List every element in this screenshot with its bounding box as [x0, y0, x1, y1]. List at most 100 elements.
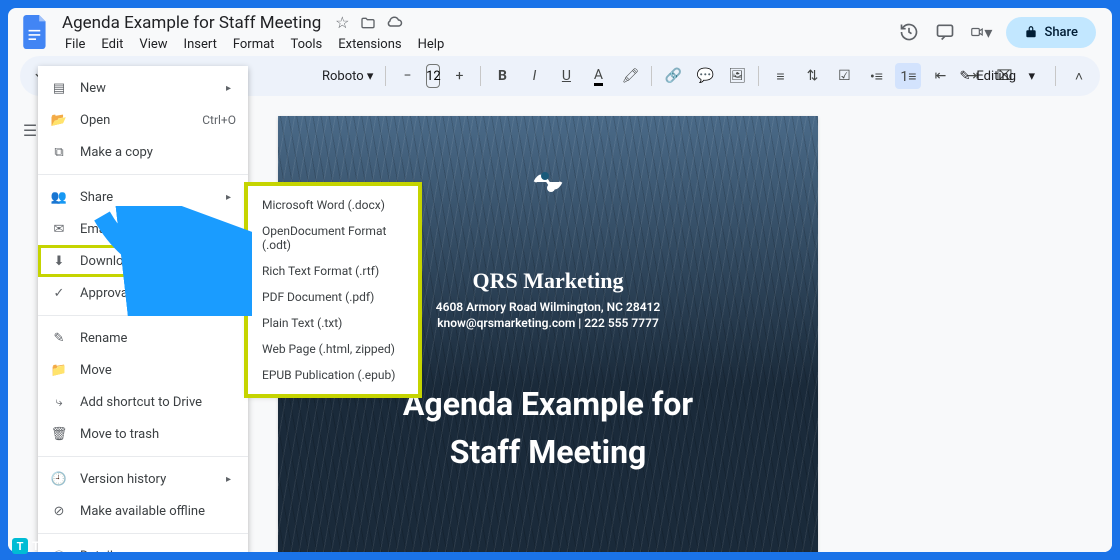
line-spacing-icon[interactable]: ⇅	[799, 63, 825, 89]
chevron-up-icon[interactable]: ˄	[1066, 63, 1092, 89]
menu-file[interactable]: File	[58, 35, 92, 54]
move-folder-icon[interactable]	[359, 14, 377, 32]
menubar: File Edit View Insert Format Tools Exten…	[58, 35, 892, 54]
move-icon: 📁	[50, 361, 68, 379]
increase-font-icon[interactable]: +	[446, 63, 472, 89]
download-pdf[interactable]: PDF Document (.pdf)	[248, 284, 418, 310]
download-epub[interactable]: EPUB Publication (.epub)	[248, 362, 418, 388]
menu-item-email[interactable]: ✉Email▸	[38, 213, 248, 245]
download-odt[interactable]: OpenDocument Format (.odt)	[248, 218, 418, 258]
history-icon: 🕘	[50, 470, 68, 488]
menu-item-addshortcut[interactable]: ⤷Add shortcut to Drive	[38, 386, 248, 418]
menu-item-open[interactable]: 📂OpenCtrl+O	[38, 104, 248, 136]
underline-icon[interactable]: U	[553, 63, 579, 89]
hero-title-line1: Agenda Example for	[403, 380, 693, 428]
menu-item-trash[interactable]: 🗑Move to trash	[38, 418, 248, 450]
approvals-icon: ✓	[50, 284, 68, 302]
hero-title-line2: Staff Meeting	[450, 428, 647, 476]
menu-item-share[interactable]: 👥Share▸	[38, 181, 248, 213]
checklist-icon[interactable]: ☑	[831, 63, 857, 89]
menu-insert[interactable]: Insert	[177, 35, 224, 54]
menu-item-download[interactable]: ⬇Download▸	[38, 245, 248, 277]
chevron-right-icon: ▸	[226, 256, 236, 267]
company-name: QRS Marketing	[473, 268, 624, 294]
right-actions: ▾ Share	[898, 17, 1096, 48]
download-html[interactable]: Web Page (.html, zipped)	[248, 336, 418, 362]
shortcut-icon: ⤷	[50, 393, 68, 411]
menu-help[interactable]: Help	[411, 35, 452, 54]
copy-icon: ⧉	[50, 143, 68, 161]
download-rtf[interactable]: Rich Text Format (.rtf)	[248, 258, 418, 284]
menu-item-new[interactable]: ▤New▸	[38, 72, 248, 104]
docs-logo-icon[interactable]	[20, 16, 52, 48]
app-frame: Agenda Example for Staff Meeting ☆ File …	[8, 8, 1112, 552]
menu-tools[interactable]: Tools	[283, 35, 329, 54]
titlebar: Agenda Example for Staff Meeting ☆ File …	[8, 8, 1112, 56]
separator	[385, 66, 386, 86]
separator	[1055, 66, 1056, 86]
share-button[interactable]: Share	[1006, 17, 1096, 48]
offline-icon: ⊘	[50, 502, 68, 520]
download-docx[interactable]: Microsoft Word (.docx)	[248, 192, 418, 218]
menu-item-approvals[interactable]: ✓ApprovalsNew	[38, 277, 248, 309]
decrease-font-icon[interactable]: −	[394, 63, 420, 89]
menu-item-makecopy[interactable]: ⧉Make a copy	[38, 136, 248, 168]
doc-title-row: Agenda Example for Staff Meeting ☆	[58, 11, 892, 35]
italic-icon[interactable]: I	[521, 63, 547, 89]
separator	[758, 66, 759, 86]
align-icon[interactable]: ≡	[767, 63, 793, 89]
menu-item-version[interactable]: 🕘Version history▸	[38, 463, 248, 495]
image-icon[interactable]: 🖼	[724, 63, 750, 89]
divider	[38, 174, 248, 175]
folder-open-icon: 📂	[50, 111, 68, 129]
history-icon[interactable]	[898, 21, 920, 43]
watermark-text: TEMPLATE.NET	[32, 539, 118, 553]
font-selector[interactable]: Roboto ▾	[318, 69, 377, 84]
menu-item-rename[interactable]: ✎Rename	[38, 322, 248, 354]
link-icon[interactable]: 🔗	[660, 63, 686, 89]
chevron-right-icon: ▸	[226, 192, 236, 203]
menu-format[interactable]: Format	[226, 35, 282, 54]
email-icon: ✉	[50, 220, 68, 238]
document-icon: ▤	[50, 79, 68, 97]
separator	[651, 66, 652, 86]
menu-edit[interactable]: Edit	[94, 35, 130, 54]
chevron-right-icon: ▸	[226, 224, 236, 235]
comment-icon[interactable]: 💬	[692, 63, 718, 89]
share-label: Share	[1044, 25, 1078, 40]
watermark: T TEMPLATE.NET	[12, 538, 118, 554]
new-badge: New	[204, 287, 236, 300]
chevron-right-icon: ▸	[226, 83, 236, 94]
company-logo-icon	[525, 166, 571, 198]
chevron-right-icon: ▸	[226, 474, 236, 485]
highlight-icon[interactable]: 🖍	[617, 63, 643, 89]
menu-item-offline[interactable]: ⊘Make available offline	[38, 495, 248, 527]
watermark-icon: T	[12, 538, 28, 554]
comments-icon[interactable]	[934, 21, 956, 43]
menu-extensions[interactable]: Extensions	[331, 35, 408, 54]
star-icon[interactable]: ☆	[333, 14, 351, 32]
divider	[38, 533, 248, 534]
document-title[interactable]: Agenda Example for Staff Meeting	[58, 11, 325, 35]
title-area: Agenda Example for Staff Meeting ☆ File …	[58, 11, 892, 54]
download-submenu: Microsoft Word (.docx) OpenDocument Form…	[248, 186, 418, 394]
cloud-status-icon[interactable]	[385, 14, 403, 32]
download-txt[interactable]: Plain Text (.txt)	[248, 310, 418, 336]
divider	[38, 315, 248, 316]
menu-item-move[interactable]: 📁Move	[38, 354, 248, 386]
bullet-list-icon[interactable]: •≡	[863, 63, 889, 89]
trash-icon: 🗑	[50, 425, 68, 443]
bold-icon[interactable]: B	[489, 63, 515, 89]
menu-view[interactable]: View	[132, 35, 174, 54]
font-size-input[interactable]: 12	[426, 64, 440, 88]
mode-selector[interactable]: ✎ Editing ▾ ˄	[949, 63, 1092, 89]
meet-icon[interactable]: ▾	[970, 21, 992, 43]
rename-icon: ✎	[50, 329, 68, 347]
text-color-icon[interactable]: A	[585, 63, 611, 89]
divider	[38, 456, 248, 457]
share-icon: 👥	[50, 188, 68, 206]
download-icon: ⬇	[50, 252, 68, 270]
separator	[480, 66, 481, 86]
numbered-list-icon[interactable]: 1≡	[895, 63, 921, 89]
company-address: 4608 Armory Road Wilmington, NC 28412	[436, 300, 661, 314]
